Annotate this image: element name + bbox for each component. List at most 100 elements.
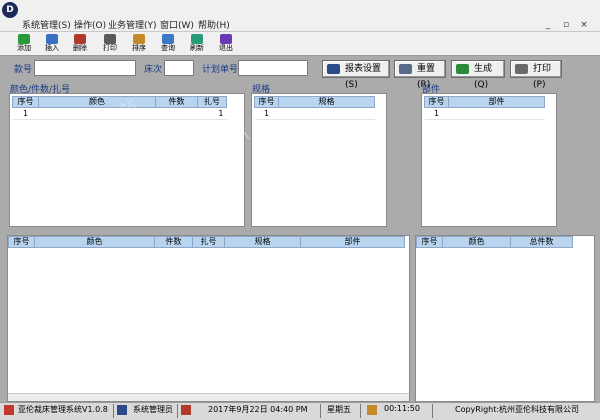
style-no-input[interactable] bbox=[34, 60, 136, 76]
exit-icon bbox=[220, 34, 232, 44]
col-header-qty[interactable]: 件数 bbox=[155, 96, 198, 108]
search-button[interactable]: 查询 bbox=[155, 33, 181, 55]
bed-no-label: 床次 bbox=[144, 65, 163, 75]
restore-button[interactable]: ▫ bbox=[558, 18, 574, 32]
cell-bundle[interactable]: 1 bbox=[197, 107, 227, 120]
col-header-color[interactable]: 颜色 bbox=[38, 96, 156, 108]
add-button[interactable]: 添加 bbox=[11, 33, 37, 55]
horizontal-scrollbar[interactable] bbox=[8, 393, 409, 401]
menu-help[interactable]: 帮助(H) bbox=[198, 18, 230, 31]
col-header-size[interactable]: 规格 bbox=[278, 96, 375, 108]
cell-index[interactable]: 1 bbox=[254, 107, 279, 120]
col-header-color[interactable]: 颜色 bbox=[34, 236, 155, 248]
toolbar: 添加 插入 删除 打印 排序 查询 刷新 退出 bbox=[0, 32, 600, 56]
report-setup-icon bbox=[327, 64, 340, 74]
insert-button[interactable]: 插入 bbox=[39, 33, 65, 55]
plan-no-input[interactable] bbox=[238, 60, 308, 76]
col-header-bundle[interactable]: 扎号 bbox=[192, 236, 225, 248]
print-icon bbox=[104, 34, 116, 44]
search-icon bbox=[162, 34, 174, 44]
insert-label: 插入 bbox=[45, 44, 59, 52]
menu-system[interactable]: 系统管理(S) bbox=[22, 18, 71, 31]
sort-button[interactable]: 排序 bbox=[126, 33, 152, 55]
col-header-index[interactable]: 序号 bbox=[8, 236, 35, 248]
menubar: D 系统管理(S) 操作(O) 业务管理(Y) 窗口(W) 帮助(H) _ ▫ … bbox=[0, 0, 600, 32]
table-row[interactable]: 1 bbox=[254, 107, 375, 120]
print-label: 打印(P) bbox=[533, 64, 552, 90]
summary-grid: 序号 颜色 总件数 bbox=[416, 236, 573, 248]
status-app-name: 亚伦裁床管理系统V1.0.8 bbox=[18, 405, 108, 414]
col-header-index[interactable]: 序号 bbox=[424, 96, 449, 108]
col-header-index[interactable]: 序号 bbox=[416, 236, 443, 248]
summary-grid-panel: 序号 颜色 总件数 bbox=[415, 235, 595, 402]
print-toolbar-button[interactable]: 打印 bbox=[97, 33, 123, 55]
plan-no-label: 计划单号 bbox=[202, 65, 239, 75]
refresh-icon bbox=[191, 34, 203, 44]
report-setup-label: 报表设置(S) bbox=[345, 64, 382, 90]
status-date: 2017年9月22日 04:40 PM bbox=[208, 405, 308, 414]
print-button[interactable]: 打印(P) bbox=[510, 60, 562, 90]
report-setup-button[interactable]: 报表设置(S) bbox=[322, 60, 390, 90]
col-header-color[interactable]: 颜色 bbox=[442, 236, 511, 248]
cell-index[interactable]: 1 bbox=[424, 107, 449, 120]
exit-button[interactable]: 退出 bbox=[213, 33, 239, 55]
reset-icon bbox=[399, 64, 412, 74]
col-header-part[interactable]: 部件 bbox=[300, 236, 405, 248]
col-header-index[interactable]: 序号 bbox=[12, 96, 39, 108]
cell-qty[interactable] bbox=[155, 107, 198, 120]
part-grid: 序号 部件 1 bbox=[424, 96, 545, 120]
delete-label: 删除 bbox=[73, 44, 87, 52]
menu-operation[interactable]: 操作(O) bbox=[74, 18, 106, 31]
menu-business[interactable]: 业务管理(Y) bbox=[108, 18, 157, 31]
generate-button[interactable]: 生成(Q) bbox=[451, 60, 505, 90]
status-divider bbox=[432, 404, 433, 418]
app-status-icon bbox=[4, 405, 14, 415]
status-copyright: CopyRight:杭州亚伦科技有限公司 bbox=[455, 405, 580, 414]
col-header-bundle[interactable]: 扎号 bbox=[197, 96, 227, 108]
delete-button[interactable]: 删除 bbox=[67, 33, 93, 55]
cell-index[interactable]: 1 bbox=[12, 107, 39, 120]
add-label: 添加 bbox=[17, 44, 31, 52]
style-no-label: 款号 bbox=[14, 65, 33, 75]
exit-label: 退出 bbox=[219, 44, 233, 52]
detail-grid-panel: 序号 颜色 件数 扎号 规格 部件 bbox=[7, 235, 410, 402]
app-logo-icon: D bbox=[2, 2, 18, 18]
cell-size[interactable] bbox=[278, 107, 375, 120]
status-divider bbox=[320, 404, 321, 418]
sort-label: 排序 bbox=[132, 44, 146, 52]
insert-icon bbox=[46, 34, 58, 44]
cell-part[interactable] bbox=[448, 107, 545, 120]
generate-icon bbox=[456, 64, 469, 74]
sort-icon bbox=[133, 34, 145, 44]
reset-button[interactable]: 重置(R) bbox=[394, 60, 446, 90]
menu-window[interactable]: 窗口(W) bbox=[160, 18, 194, 31]
table-row[interactable]: 1 bbox=[424, 107, 545, 120]
size-panel: 序号 规格 1 bbox=[251, 93, 387, 227]
col-header-total-qty[interactable]: 总件数 bbox=[510, 236, 573, 248]
refresh-label: 刷新 bbox=[190, 44, 204, 52]
part-panel: 序号 部件 1 bbox=[421, 93, 557, 227]
print-toolbar-label: 打印 bbox=[103, 44, 117, 52]
generate-label: 生成(Q) bbox=[474, 64, 493, 90]
detail-grid: 序号 颜色 件数 扎号 规格 部件 bbox=[8, 236, 405, 248]
status-divider bbox=[177, 404, 178, 418]
col-header-size[interactable]: 规格 bbox=[224, 236, 301, 248]
col-header-index[interactable]: 序号 bbox=[254, 96, 279, 108]
timer-icon bbox=[367, 405, 377, 415]
size-grid: 序号 规格 1 bbox=[254, 96, 375, 120]
col-header-part[interactable]: 部件 bbox=[448, 96, 545, 108]
status-weekday: 星期五 bbox=[327, 405, 351, 414]
close-button[interactable]: × bbox=[576, 18, 592, 32]
status-divider bbox=[360, 404, 361, 418]
refresh-button[interactable]: 刷新 bbox=[184, 33, 210, 55]
calendar-icon bbox=[181, 405, 191, 415]
status-divider bbox=[113, 404, 114, 418]
search-label: 查询 bbox=[161, 44, 175, 52]
minimize-button[interactable]: _ bbox=[540, 18, 556, 32]
user-icon bbox=[117, 405, 127, 415]
add-icon bbox=[18, 34, 30, 44]
printer-icon bbox=[515, 64, 528, 74]
delete-icon bbox=[74, 34, 86, 44]
col-header-qty[interactable]: 件数 bbox=[154, 236, 193, 248]
bed-no-input[interactable] bbox=[164, 60, 194, 76]
